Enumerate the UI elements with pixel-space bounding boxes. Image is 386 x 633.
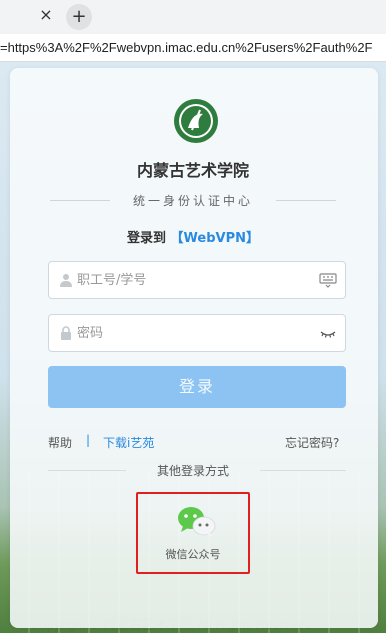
login-to-label: 登录到 [127, 231, 171, 246]
download-app-link[interactable]: 下载i艺苑 [103, 434, 154, 451]
username-field[interactable] [48, 261, 346, 299]
forgot-password-link[interactable]: 忘记密码? [285, 434, 339, 451]
login-target-heading: 登录到 【WebVPN】 [0, 227, 386, 246]
browser-tab-bar: × + [0, 0, 386, 34]
wechat-icon[interactable] [176, 505, 218, 539]
keyboard-icon[interactable] [319, 272, 337, 288]
school-logo [174, 99, 218, 143]
password-input[interactable] [77, 316, 307, 350]
address-url: =https%3A%2F%2Fwebvpn.imac.edu.cn%2Fuser… [0, 40, 373, 55]
eye-closed-icon[interactable] [319, 325, 337, 341]
address-bar[interactable]: =https%3A%2F%2Fwebvpn.imac.edu.cn%2Fuser… [0, 34, 386, 62]
help-link[interactable]: 帮助 [48, 434, 72, 451]
password-field[interactable] [48, 314, 346, 352]
school-name: 内蒙古艺术学院 [136, 161, 249, 180]
username-input[interactable] [77, 263, 307, 297]
login-target-name: 【WebVPN】 [170, 231, 259, 246]
lock-icon [61, 326, 71, 340]
new-tab-button[interactable]: + [66, 4, 92, 30]
tab-close-button[interactable]: × [36, 5, 56, 25]
divider-line [276, 200, 336, 201]
link-separator: | [86, 433, 91, 447]
login-button[interactable]: 登录 [48, 366, 346, 408]
user-icon [60, 274, 72, 287]
wechat-label[interactable]: 微信公众号 [0, 546, 386, 562]
divider-line [260, 470, 346, 471]
